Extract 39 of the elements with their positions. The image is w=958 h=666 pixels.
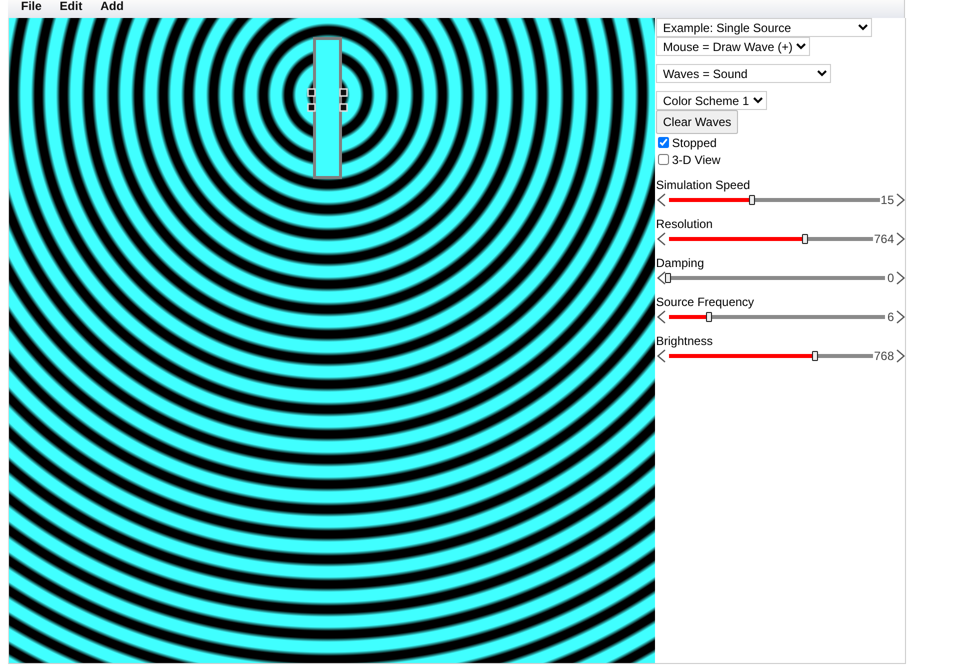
slider-thumb[interactable]	[749, 194, 756, 204]
checkbox-label[interactable]: Stopped	[672, 136, 717, 150]
slider-thumb[interactable]	[665, 272, 671, 282]
checkbox[interactable]	[658, 154, 669, 165]
barrier-drawing[interactable]	[307, 37, 349, 180]
menu-item[interactable]: Edit	[50, 0, 92, 13]
chevron-left-icon[interactable]	[657, 232, 666, 246]
chevron-left-icon[interactable]	[657, 192, 666, 206]
slider-thumb[interactable]	[812, 350, 818, 360]
checkbox-label[interactable]: 3-D View	[672, 152, 720, 166]
chevron-left-icon[interactable]	[657, 348, 666, 362]
slider-label: Simulation Speed	[656, 178, 752, 192]
slider-thumb[interactable]	[802, 234, 808, 244]
dropdown[interactable]: Example: Single Source	[656, 18, 872, 37]
clear-waves-button[interactable]: Clear Waves	[656, 110, 738, 134]
slider-value: 15	[880, 192, 894, 206]
chevron-right-icon[interactable]	[896, 270, 905, 284]
dropdown[interactable]: Mouse = Draw Wave (+)	[656, 37, 810, 56]
chevron-left-icon[interactable]	[657, 270, 666, 284]
checkbox[interactable]	[658, 137, 669, 148]
dropdown[interactable]: Color Scheme 1	[656, 91, 767, 110]
chevron-right-icon[interactable]	[896, 348, 905, 362]
menu-item[interactable]: File	[12, 0, 51, 13]
slider-value: 0	[886, 270, 894, 284]
slider-label: Damping	[656, 256, 706, 270]
chevron-right-icon[interactable]	[896, 232, 905, 246]
slider-thumb[interactable]	[706, 312, 712, 322]
slider-value: 768	[874, 348, 894, 362]
wave-simulation-drawing[interactable]	[9, 18, 655, 663]
slider-label: Source Frequency	[656, 295, 756, 309]
chevron-left-icon[interactable]	[657, 310, 666, 324]
slider-value: 6	[886, 310, 894, 324]
slider-label: Resolution	[656, 217, 714, 231]
chevron-right-icon[interactable]	[896, 192, 905, 206]
slider-value: 764	[874, 232, 894, 246]
slider-label: Brightness	[656, 334, 714, 348]
chevron-right-icon[interactable]	[896, 310, 905, 324]
menu-item[interactable]: Add	[91, 0, 133, 13]
dropdown[interactable]: Waves = Sound	[656, 64, 831, 83]
